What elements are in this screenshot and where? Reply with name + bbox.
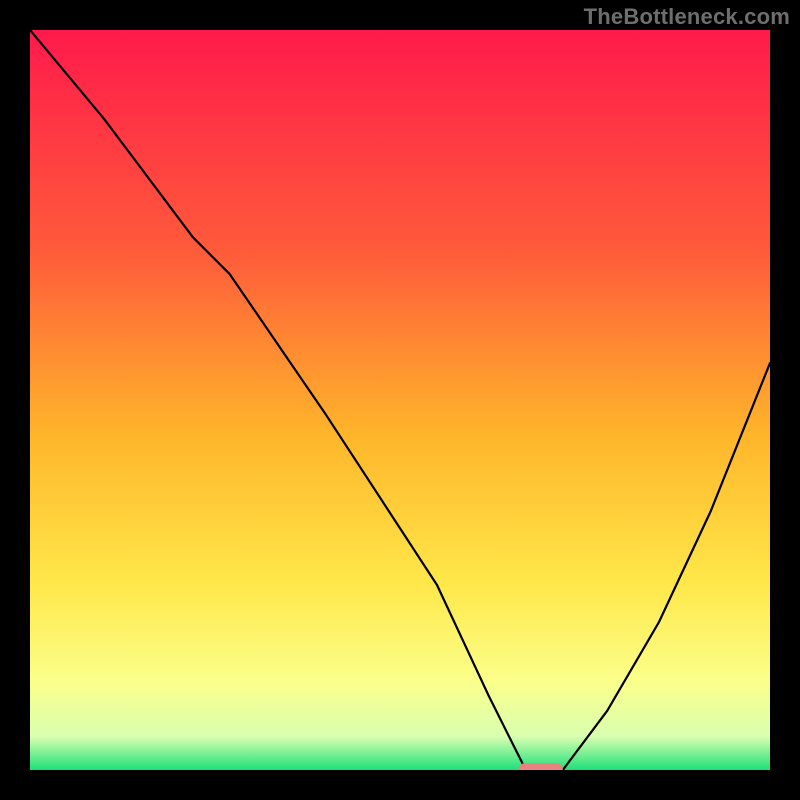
chart-frame: TheBottleneck.com (0, 0, 800, 800)
bottleneck-chart (30, 30, 770, 770)
optimal-marker (518, 763, 562, 770)
plot-area (30, 30, 770, 770)
gradient-background (30, 30, 770, 770)
watermark-text: TheBottleneck.com (584, 4, 790, 30)
